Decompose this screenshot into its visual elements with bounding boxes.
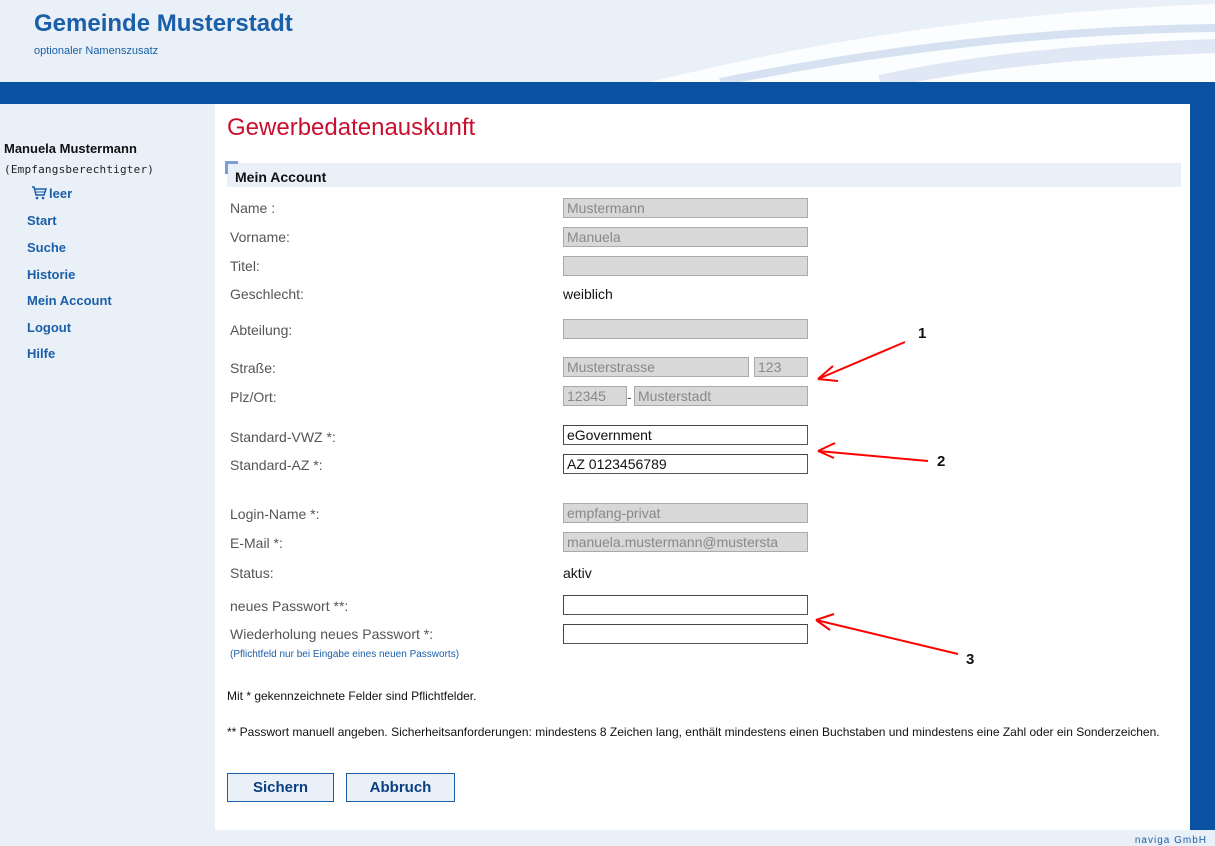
password-requirements-note: ** Passwort manuell angeben. Sicherheits…	[227, 725, 1160, 739]
annotation-number-3: 3	[966, 651, 975, 668]
standard-vwz-label: Standard-VWZ *:	[230, 429, 336, 445]
site-subtitle: optionaler Namenszusatz	[34, 45, 159, 57]
sidebar-item-hilfe[interactable]: Hilfe	[27, 346, 55, 361]
page-title: Gewerbedatenauskunft	[227, 114, 476, 141]
ort-field	[634, 386, 808, 406]
vorname-label: Vorname:	[230, 229, 290, 245]
login-name-field	[563, 503, 808, 523]
name-field	[563, 198, 808, 218]
sidebar-item-mein-account[interactable]: Mein Account	[27, 293, 112, 308]
strasse-label: Straße:	[230, 360, 276, 376]
cancel-button[interactable]: Abbruch	[346, 773, 455, 802]
email-label: E-Mail *:	[230, 535, 283, 551]
name-label: Name :	[230, 200, 276, 216]
sidebar-item-start[interactable]: Start	[27, 213, 57, 228]
repeat-password-input[interactable]	[563, 624, 808, 644]
titel-field	[563, 256, 808, 276]
right-edge-bar	[1190, 82, 1215, 830]
wiederholung-label: Wiederholung neues Passwort *:	[230, 626, 434, 642]
required-fields-note: Mit * gekennzeichnete Felder sind Pflich…	[227, 689, 477, 703]
footer-bar	[0, 830, 1215, 846]
hausnummer-field	[754, 357, 808, 377]
plz-ort-separator: -	[627, 389, 632, 405]
user-name: Manuela Mustermann	[4, 141, 137, 156]
email-field	[563, 532, 808, 552]
neues-passwort-label: neues Passwort **:	[230, 598, 349, 614]
section-header: Mein Account	[225, 161, 1181, 187]
footer-brand: naviga GmbH	[1134, 835, 1207, 846]
vorname-field	[563, 227, 808, 247]
status-label: Status:	[230, 565, 274, 581]
abteilung-field	[563, 319, 808, 339]
plz-field	[563, 386, 627, 406]
sidebar-item-logout[interactable]: Logout	[27, 320, 71, 335]
top-nav-bar	[0, 82, 1215, 104]
annotation-number-2: 2	[937, 453, 946, 470]
sidebar-item-suche[interactable]: Suche	[27, 240, 66, 255]
cart-label: leer	[49, 186, 73, 201]
standard-vwz-input[interactable]	[563, 425, 808, 445]
sidebar-item-historie[interactable]: Historie	[27, 267, 75, 282]
annotation-number-1: 1	[918, 325, 927, 342]
login-name-label: Login-Name *:	[230, 506, 320, 522]
password-required-note: (Pflichtfeld nur bei Eingabe eines neuen…	[230, 649, 460, 660]
cart-link[interactable]: leer	[31, 186, 72, 201]
user-role: (Empfangsberechtigter)	[4, 163, 155, 176]
strasse-field	[563, 357, 749, 377]
status-value: aktiv	[563, 565, 592, 581]
standard-az-label: Standard-AZ *:	[230, 457, 323, 473]
standard-az-input[interactable]	[563, 454, 808, 474]
geschlecht-label: Geschlecht:	[230, 286, 304, 302]
new-password-input[interactable]	[563, 595, 808, 615]
site-title: Gemeinde Musterstadt	[34, 10, 293, 37]
abteilung-label: Abteilung:	[230, 322, 293, 338]
titel-label: Titel:	[230, 258, 260, 274]
plzort-label: Plz/Ort:	[230, 389, 277, 405]
shopping-cart-icon	[32, 186, 48, 200]
geschlecht-value: weiblich	[563, 286, 613, 302]
save-button[interactable]: Sichern	[227, 773, 334, 802]
section-title: Mein Account	[235, 169, 327, 185]
site-header: Gemeinde Musterstadt optionaler Namenszu…	[0, 0, 1215, 82]
